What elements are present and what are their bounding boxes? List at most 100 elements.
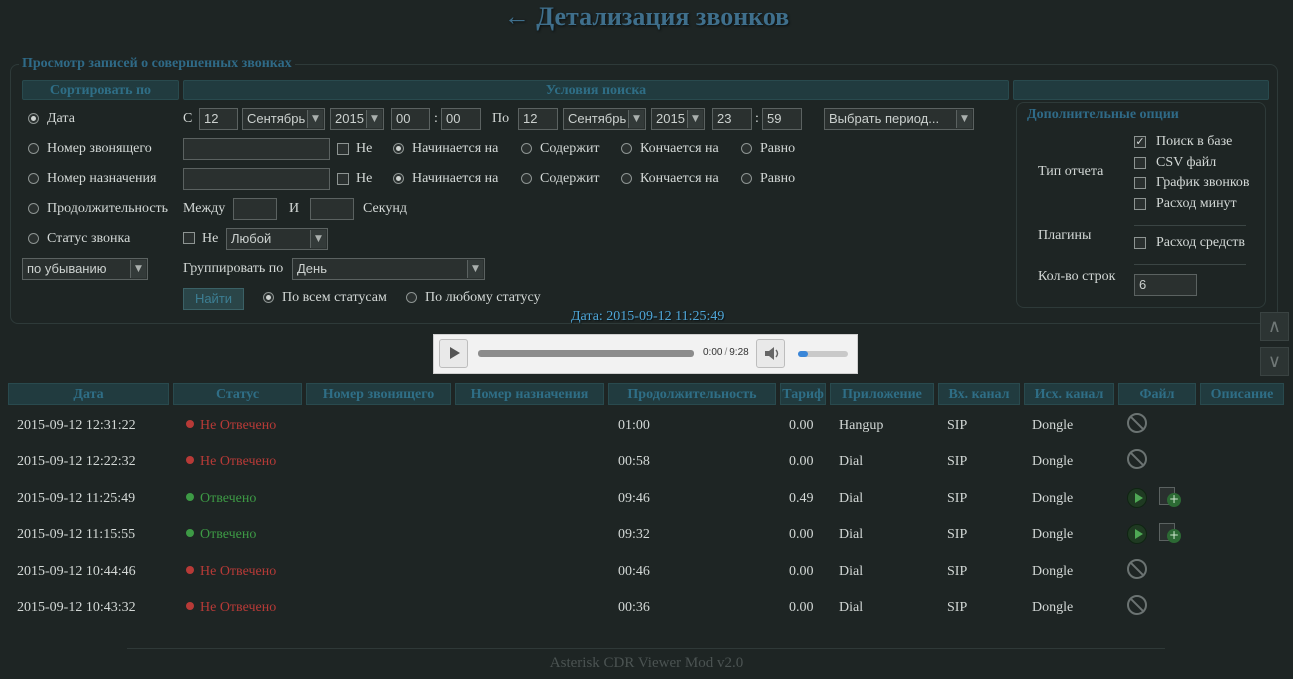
sort-status-radio[interactable]: [28, 233, 39, 244]
cell-tariff: 0.00: [789, 564, 814, 579]
play-icon[interactable]: [1127, 488, 1147, 508]
dest-contains-radio[interactable]: [521, 173, 532, 184]
scroll-down-button[interactable]: ∨: [1260, 347, 1289, 376]
cell-status: Отвечено: [186, 491, 256, 507]
sort-date-label: Дата: [47, 111, 75, 126]
col-app[interactable]: Приложение: [830, 383, 934, 405]
report-db-checkbox[interactable]: ✓: [1134, 136, 1146, 148]
any-status-radio[interactable]: [406, 292, 417, 303]
chevron-down-icon: ▼: [130, 260, 146, 278]
download-icon[interactable]: [1159, 523, 1181, 543]
dest-input[interactable]: [183, 168, 330, 190]
cell-status: Не Отвечено: [186, 600, 276, 616]
from-day-input[interactable]: 12: [199, 108, 238, 130]
caller-ends-radio[interactable]: [621, 143, 632, 154]
col-status[interactable]: Статус: [173, 383, 302, 405]
sort-date-radio[interactable]: [28, 113, 39, 124]
status-dot-icon: [186, 529, 194, 537]
caller-input[interactable]: [183, 138, 330, 160]
dest-starts-label: Начинается на: [412, 171, 499, 186]
status-dot-icon: [186, 456, 194, 464]
dest-starts-radio[interactable]: [393, 173, 404, 184]
from-year-select[interactable]: 2015 ▼: [330, 108, 384, 130]
sort-caller-radio[interactable]: [28, 143, 39, 154]
from-month-select[interactable]: Сентябрь ▼: [242, 108, 325, 130]
duration-max-input[interactable]: [310, 198, 354, 220]
order-select[interactable]: по убыванию ▼: [22, 258, 148, 280]
cell-date: 2015-09-12 12:31:22: [17, 418, 136, 433]
rows-input[interactable]: 6: [1134, 274, 1197, 296]
plugins-label: Плагины: [1038, 228, 1092, 243]
status-text: Отвечено: [200, 527, 257, 542]
dest-contains-label: Содержит: [540, 171, 600, 186]
status-dot-icon: [186, 420, 194, 428]
volume-slider[interactable]: [798, 351, 848, 357]
status-dot-icon: [186, 602, 194, 610]
progress-track[interactable]: [478, 350, 694, 357]
to-minute-input[interactable]: 59: [762, 108, 802, 130]
sort-dest-radio[interactable]: [28, 173, 39, 184]
page-title[interactable]: ← Детализация звонков: [0, 2, 1293, 32]
col-dest[interactable]: Номер назначения: [455, 383, 604, 405]
plugin-cost-checkbox[interactable]: [1134, 237, 1146, 249]
status-not-label: Не: [202, 231, 219, 246]
to-day-input[interactable]: 12: [518, 108, 558, 130]
dest-not-checkbox[interactable]: [337, 173, 349, 185]
col-description[interactable]: Описание: [1200, 383, 1284, 405]
rows-label: Кол-во строк: [1038, 269, 1116, 284]
group-select[interactable]: День ▼: [292, 258, 485, 280]
all-statuses-radio[interactable]: [263, 292, 274, 303]
footer: Asterisk CDR Viewer Mod v2.0: [549, 655, 744, 671]
caller-starts-radio[interactable]: [393, 143, 404, 154]
col-tariff[interactable]: Тариф: [780, 383, 826, 405]
status-select[interactable]: Любой ▼: [226, 228, 328, 250]
cell-in-channel: SIP: [947, 454, 968, 469]
caller-equals-radio[interactable]: [741, 143, 752, 154]
col-out-channel[interactable]: Исх. канал: [1024, 383, 1114, 405]
col-in-channel[interactable]: Вх. канал: [938, 383, 1020, 405]
report-graph-checkbox[interactable]: [1134, 177, 1146, 189]
cell-tariff: 0.00: [789, 418, 814, 433]
dest-ends-radio[interactable]: [621, 173, 632, 184]
duration-min-input[interactable]: [233, 198, 277, 220]
cell-app: Dial: [839, 454, 864, 469]
play-icon[interactable]: [1127, 524, 1147, 544]
cell-duration: 09:46: [618, 491, 650, 506]
period-select[interactable]: Выбрать период... ▼: [824, 108, 974, 130]
sort-duration-radio[interactable]: [28, 203, 39, 214]
dest-not-label: Не: [356, 171, 373, 186]
col-date[interactable]: Дата: [8, 383, 169, 405]
status-not-checkbox[interactable]: [183, 232, 195, 244]
cell-app: Hangup: [839, 418, 884, 433]
to-year-select[interactable]: 2015 ▼: [651, 108, 705, 130]
to-month-select[interactable]: Сентябрь ▼: [563, 108, 646, 130]
cell-app: Dial: [839, 600, 864, 615]
time-display: 0:00/9:28: [703, 347, 749, 358]
cell-date: 2015-09-12 10:44:46: [17, 564, 136, 579]
audio-player: 0:00/9:28: [433, 334, 858, 374]
scroll-up-button[interactable]: ∧: [1260, 312, 1289, 341]
dest-equals-radio[interactable]: [741, 173, 752, 184]
report-db-label: Поиск в базе: [1156, 134, 1233, 149]
cell-out-channel: Dongle: [1032, 418, 1074, 433]
time-separator: :: [434, 111, 438, 126]
report-minutes-checkbox[interactable]: [1134, 198, 1146, 210]
report-csv-checkbox[interactable]: [1134, 157, 1146, 169]
col-file[interactable]: Файл: [1118, 383, 1196, 405]
extra-legend: Дополнительные опции: [1027, 107, 1179, 122]
no-file-icon: [1127, 449, 1147, 469]
download-icon[interactable]: [1159, 487, 1181, 507]
report-graph-label: График звонков: [1156, 175, 1250, 190]
dest-equals-label: Равно: [760, 171, 796, 186]
search-button[interactable]: Найти: [183, 288, 244, 310]
mute-button[interactable]: [756, 339, 785, 368]
caller-not-checkbox[interactable]: [337, 143, 349, 155]
col-caller[interactable]: Номер звонящего: [306, 383, 451, 405]
play-button[interactable]: [439, 339, 468, 368]
from-hour-input[interactable]: 00: [391, 108, 430, 130]
caller-contains-radio[interactable]: [521, 143, 532, 154]
cell-tariff: 0.49: [789, 491, 814, 506]
to-hour-input[interactable]: 23: [712, 108, 752, 130]
col-duration[interactable]: Продолжительность: [608, 383, 776, 405]
from-minute-input[interactable]: 00: [441, 108, 481, 130]
